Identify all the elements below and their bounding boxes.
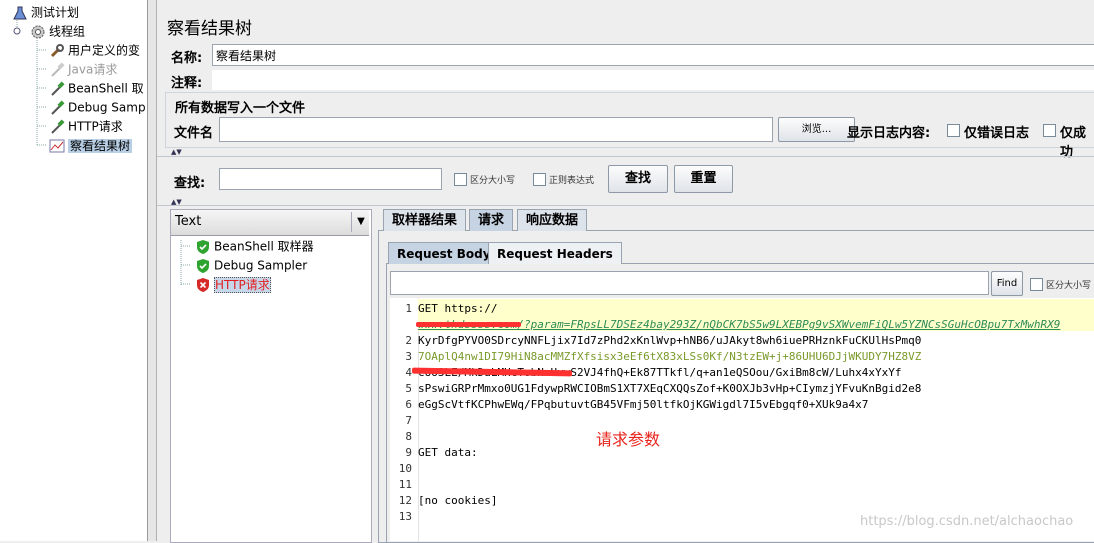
line-number: 2 [405,334,412,347]
line-number: 3 [405,350,412,363]
renderer-select[interactable]: Text ▼ [171,210,369,236]
tree-item-view-results-tree[interactable]: 察看结果树 [49,136,133,154]
success-shield-icon [195,258,211,274]
line-number: 13 [398,510,412,523]
code-line: sPswiGRPrMmxo0UG1FdywpRWCIOBmS1XT7XEqCXQ… [418,382,922,395]
log-content-label: 显示日志内容: [847,126,931,141]
search-regex-checkbox[interactable] [533,173,546,186]
browse-button[interactable]: 浏览... [778,117,855,142]
divider [157,205,1094,206]
request-body-text[interactable]: 1 GET https:// www.thdssss.com/?param=FR… [390,298,1094,541]
success-only-checkbox[interactable] [1043,124,1056,137]
gear-icon [30,24,46,40]
tree-item-http-request[interactable]: HTTP请求 [49,117,123,135]
success-shield-icon [195,239,211,255]
test-plan-icon [12,5,28,21]
sample-item-beanshell[interactable]: BeanShell 取样器 [195,237,314,255]
reset-button[interactable]: 重置 [674,165,733,193]
line-number: 1 [405,302,412,315]
code-line: eGgScVtfKCPhwEWq/FPqbutuvtGB45VFmj50ltfk… [418,398,869,411]
name-field-value: 察看结果树 [216,49,277,63]
code-line: GET https:// [418,302,498,315]
split-divider[interactable] [148,0,157,541]
line-number: 4 [405,366,412,379]
chevron-down-icon[interactable]: ▼ [351,212,370,232]
search-case-label: 区分大小写 [470,176,516,186]
find-button[interactable]: 查找 [608,165,668,193]
line-number: 5 [405,382,412,395]
sample-item-http[interactable]: HTTP请求 [195,275,271,293]
code-line-cookies: [no cookies] [418,494,498,507]
tree-item-test-plan[interactable]: 测试计划 [12,3,79,21]
search-regex-label: 正则表达式 [549,176,595,186]
error-shield-icon [195,277,211,293]
line-number: 12 [398,494,412,507]
name-field[interactable]: 察看结果树 [212,44,1094,66]
view-results-tree-panel: 察看结果树 名称: 察看结果树 注释: 所有数据写入一个文件 文件名 浏览...… [157,0,1094,543]
pipette-icon [49,80,65,97]
test-plan-tree[interactable]: 测试计划 线程组 用户定义的变 Java请求 BeanShell 取 Debug… [0,0,148,541]
sample-item-debug[interactable]: Debug Sampler [195,256,307,274]
tree-item-beanshell-sampler[interactable]: BeanShell 取 [49,79,144,97]
tree-item-user-defined-variables[interactable]: 用户定义的变 [49,41,140,59]
line-number: 8 [405,430,412,443]
tree-item-java-request[interactable]: Java请求 [49,60,117,78]
line-number: 9 [405,446,412,459]
pipette-icon [49,99,65,116]
code-line: KyrDfgPYVO0SDrcyNNFLjix7Id7zPhd2xKnlWvp+… [418,334,922,347]
tab-request-body[interactable]: Request Body [388,242,500,264]
errors-only-label: 仅错误日志 [964,126,1030,141]
request-case-label: 区分大小写 [1046,281,1092,291]
name-label: 名称: [171,51,203,66]
request-find-input[interactable] [390,271,989,295]
search-case-checkbox[interactable] [454,173,467,186]
line-number: 7 [405,414,412,427]
comment-field[interactable] [212,70,1094,90]
comment-label: 注释: [171,76,203,91]
tab-sampler-result[interactable]: 取样器结果 [383,209,467,231]
collapse-arrows-icon[interactable]: ▲▼ [171,148,182,156]
line-number: 10 [398,462,412,475]
search-input[interactable] [219,168,442,190]
filename-input[interactable] [219,117,773,142]
line-number: 6 [405,398,412,411]
pipette-icon [49,61,65,78]
line-number: 11 [398,478,412,491]
request-find-button[interactable]: Find [991,271,1023,296]
request-case-checkbox[interactable] [1030,278,1043,291]
tab-request-headers[interactable]: Request Headers [488,242,622,264]
graph-icon [49,138,65,154]
wrench-icon [49,43,65,59]
search-label: 查找: [174,176,206,191]
divider [157,156,1094,157]
request-params-annotation: 请求参数 [596,430,661,449]
errors-only-checkbox[interactable] [947,124,960,137]
pipette-icon [49,118,65,135]
redaction-mark [416,322,521,327]
code-line: GET data: [418,446,478,459]
tree-item-debug-sampler[interactable]: Debug Samp [49,98,146,116]
panel-title: 察看结果树 [167,19,252,39]
renderer-value: Text [175,214,202,229]
tree-item-thread-group[interactable]: 线程组 [30,22,85,40]
file-section-title: 所有数据写入一个文件 [175,101,306,116]
filename-label: 文件名 [174,126,214,141]
tab-request[interactable]: 请求 [469,209,514,231]
watermark: https://blog.csdn.net/alchaochao [860,514,1074,529]
success-only-label: 仅成功 [1060,126,1087,160]
tab-response-data[interactable]: 响应数据 [517,209,588,231]
code-line: 7OAplQ4nw1DI79HiN8acMMZfXfsisx3eEf6tX83x… [418,350,922,363]
